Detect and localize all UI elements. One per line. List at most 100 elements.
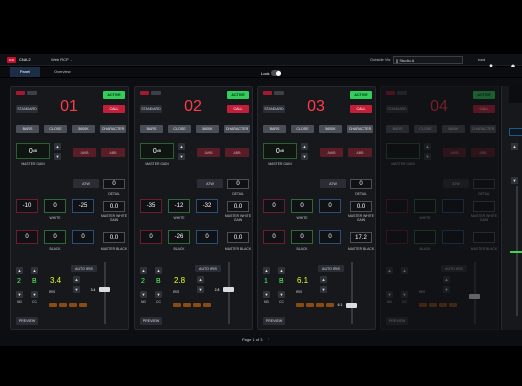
white-red-value[interactable]: -10 [16,199,38,213]
web-rcp-menu[interactable]: Web RCP ⌄ [51,58,73,62]
color-temp-button[interactable]: 5600K [442,125,465,133]
white-red-value[interactable]: 0 [263,199,285,213]
close-button[interactable]: CLOSE [291,125,314,133]
iris-preset-4[interactable] [79,303,87,307]
white-green-value[interactable]: 0 [44,199,66,213]
master-white-value[interactable]: 0.0 [103,201,125,212]
gain-up-arrow[interactable]: ▲ [301,143,308,150]
tab-overview[interactable]: Overview [54,70,71,74]
iris-fader-thumb[interactable] [346,302,357,308]
white-green-value[interactable]: 0 [291,199,313,213]
master-black-value[interactable]: 0.0 [103,232,125,243]
iris-preset-1[interactable] [419,303,427,307]
gain-down-arrow[interactable]: ▼ [178,153,185,160]
bars-button[interactable]: BARS [140,125,163,133]
nd-up-arrow[interactable]: ▲ [16,267,23,274]
iris-fader-thumb[interactable] [223,287,234,293]
auto-iris-button[interactable]: AUTO IRIS [71,265,97,272]
nd-up-arrow[interactable]: ▲ [386,267,393,274]
side-arrow-down[interactable]: ▼ [511,177,518,184]
atw-button[interactable]: ATW [197,179,223,188]
iris-preset-1[interactable] [173,303,181,307]
cc-down-arrow[interactable]: ▼ [278,291,285,298]
white-blue-value[interactable]: -25 [72,199,94,213]
gain-down-arrow[interactable]: ▼ [301,153,308,160]
standard-button[interactable]: STANDARD [263,105,285,113]
standard-button[interactable]: STANDARD [140,105,162,113]
black-blue-value[interactable]: 0 [72,230,94,244]
close-button[interactable]: CLOSE [414,125,437,133]
black-blue-value[interactable]: 0 [319,230,341,244]
cc-up-arrow[interactable]: ▲ [31,267,38,274]
master-white-value[interactable] [473,201,495,212]
iris-down-arrow[interactable]: ▼ [197,286,204,293]
bars-button[interactable]: BARS [16,125,39,133]
awb-button[interactable]: AWB [197,148,220,157]
black-blue-value[interactable] [442,230,464,244]
auto-iris-button[interactable]: AUTO IRIS [318,265,344,272]
cc-down-arrow[interactable]: ▼ [155,291,162,298]
side-arrow-up[interactable]: ▲ [511,143,518,150]
white-blue-value[interactable]: 0 [319,199,341,213]
cc-up-arrow[interactable]: ▲ [278,267,285,274]
white-red-value[interactable] [386,199,408,213]
black-green-value[interactable]: 0 [44,230,66,244]
gain-down-arrow[interactable]: ▼ [54,153,61,160]
black-green-value[interactable]: -26 [168,230,190,244]
bars-button[interactable]: BARS [386,125,409,133]
bars-button[interactable]: BARS [263,125,286,133]
active-button[interactable]: ACTIVE [227,91,249,99]
preview-button[interactable]: PREVIEW [16,317,38,325]
atw-button[interactable]: ATW [443,179,469,188]
iris-preset-2[interactable] [429,303,437,307]
detail-value[interactable]: 0 [103,179,125,189]
iris-down-arrow[interactable]: ▼ [443,286,450,293]
gain-up-arrow[interactable]: ▲ [178,143,185,150]
color-temp-button[interactable]: 5600K [319,125,342,133]
nd-up-arrow[interactable]: ▲ [140,267,147,274]
black-green-value[interactable]: 0 [291,230,313,244]
iris-preset-2[interactable] [183,303,191,307]
master-black-value[interactable]: 0.0 [227,232,249,243]
awb-button[interactable]: AWB [320,148,343,157]
master-white-value[interactable]: 0.0 [350,201,372,212]
iris-fader-track[interactable] [228,262,230,324]
color-temp-button[interactable]: 5600K [72,125,95,133]
user-icon[interactable] [488,57,494,70]
iris-preset-4[interactable] [203,303,211,307]
character-button[interactable]: CHARACTER [224,125,250,133]
lock-toggle[interactable] [271,70,281,76]
abb-button[interactable]: ABB [471,148,495,157]
call-button[interactable]: CALL [103,105,125,113]
iris-up-arrow[interactable]: ▲ [73,276,80,283]
gain-down-arrow[interactable]: ▼ [424,153,431,160]
nd-down-arrow[interactable]: ▼ [140,291,147,298]
next-page-icon[interactable]: › [268,337,269,341]
iris-preset-3[interactable] [439,303,447,307]
iris-fader-thumb[interactable] [469,293,480,299]
iris-preset-1[interactable] [296,303,304,307]
preview-button[interactable]: PREVIEW [140,317,162,325]
gain-up-arrow[interactable]: ▲ [424,143,431,150]
iris-preset-1[interactable] [49,303,57,307]
iris-fader-track[interactable] [351,262,353,324]
preview-button[interactable]: PREVIEW [386,317,408,325]
white-blue-value[interactable]: -32 [196,199,218,213]
character-button[interactable]: CHARACTER [100,125,126,133]
standard-button[interactable]: STANDARD [16,105,38,113]
cc-down-arrow[interactable]: ▼ [401,291,408,298]
abb-button[interactable]: ABB [225,148,249,157]
iris-preset-4[interactable] [326,303,334,307]
awb-button[interactable]: AWB [443,148,466,157]
iris-preset-3[interactable] [193,303,201,307]
iris-up-arrow[interactable]: ▲ [197,276,204,283]
black-red-value[interactable] [386,230,408,244]
nd-down-arrow[interactable]: ▼ [263,291,270,298]
black-red-value[interactable]: 0 [140,230,162,244]
active-button[interactable]: ACTIVE [350,91,372,99]
gain-up-arrow[interactable]: ▲ [54,143,61,150]
master-black-value[interactable]: 17.2 [350,232,372,243]
nd-up-arrow[interactable]: ▲ [263,267,270,274]
preview-button[interactable]: PREVIEW [263,317,285,325]
atw-button[interactable]: ATW [320,179,346,188]
